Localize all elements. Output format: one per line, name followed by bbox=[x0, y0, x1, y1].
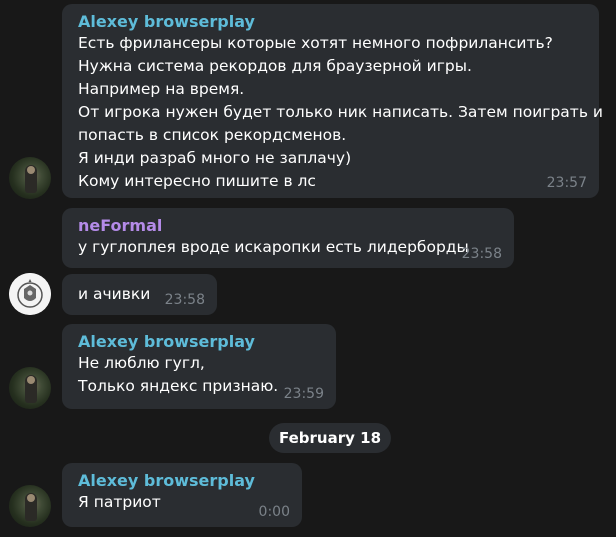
message-bubble[interactable]: и ачивки 23:58 bbox=[62, 274, 217, 315]
user-avatar[interactable] bbox=[9, 273, 51, 315]
message-text: Есть фрилансеры которые хотят немного по… bbox=[78, 34, 603, 190]
message-bubble[interactable]: Alexey browserplay Не люблю гугл, Только… bbox=[62, 324, 336, 409]
chat-history: Alexey browserplay Есть фрилансеры котор… bbox=[0, 0, 616, 537]
emblem-icon bbox=[9, 273, 51, 315]
date-separator: February 18 bbox=[269, 423, 391, 453]
message-time: 23:58 bbox=[164, 292, 205, 308]
message-time: 0:00 bbox=[258, 504, 290, 520]
user-avatar[interactable] bbox=[9, 367, 51, 409]
message-bubble[interactable]: Alexey browserplay Я патриот 0:00 bbox=[62, 463, 302, 527]
sender-name[interactable]: Alexey browserplay bbox=[78, 12, 587, 32]
message-time: 23:57 bbox=[546, 175, 587, 191]
message-time: 23:58 bbox=[461, 246, 502, 262]
sender-name[interactable]: Alexey browserplay bbox=[78, 471, 290, 491]
user-avatar[interactable] bbox=[9, 157, 51, 199]
message-bubble[interactable]: neFormal у гуглоплея вроде искаропки ест… bbox=[62, 208, 514, 268]
message-text: у гуглоплея вроде искаропки есть лидербо… bbox=[78, 238, 469, 256]
sender-name[interactable]: neFormal bbox=[78, 216, 502, 236]
sender-name[interactable]: Alexey browserplay bbox=[78, 332, 324, 352]
user-avatar[interactable] bbox=[9, 485, 51, 527]
message-time: 23:59 bbox=[283, 386, 324, 402]
message-bubble[interactable]: Alexey browserplay Есть фрилансеры котор… bbox=[62, 4, 603, 198]
